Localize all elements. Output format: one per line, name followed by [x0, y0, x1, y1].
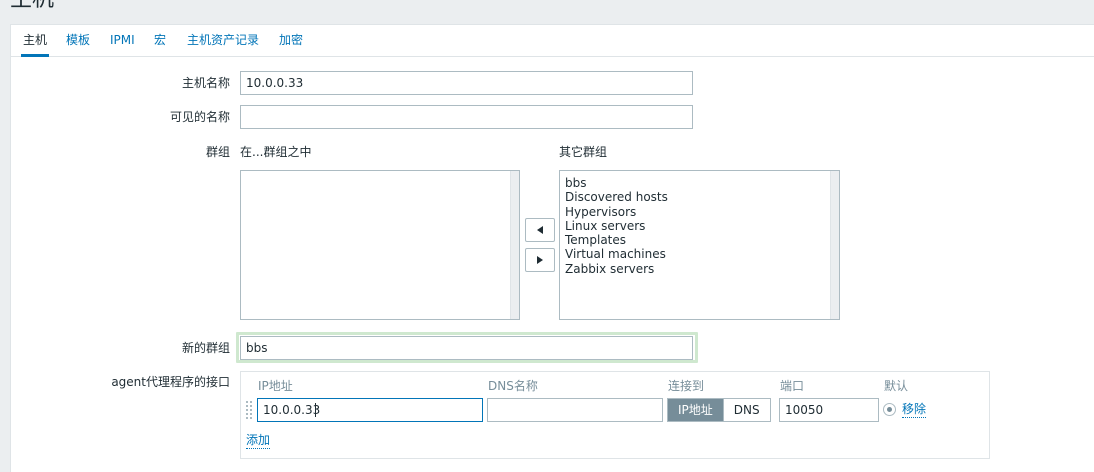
other-groups-list: bbs Discovered hosts Hypervisors Linux s…	[560, 171, 839, 281]
groups-label: 群组	[205, 145, 230, 159]
list-item[interactable]: Hypervisors	[565, 205, 834, 219]
new-group-input[interactable]: bbs	[240, 336, 693, 360]
col-dns-header: DNS名称	[488, 379, 538, 393]
drag-handle-icon[interactable]	[246, 401, 254, 421]
tab-ipmi[interactable]: IPMI	[108, 25, 137, 57]
tab-inventory[interactable]: 主机资产记录	[185, 25, 261, 57]
col-ip-header: IP地址	[258, 379, 293, 393]
list-item[interactable]: Virtual machines	[565, 247, 834, 261]
interface-dns-input[interactable]	[487, 398, 663, 422]
agent-interface-table: IP地址 DNS名称 连接到 端口 默认 10.0.0.33 IP地址 DNS …	[240, 371, 990, 459]
list-item[interactable]: Linux servers	[565, 219, 834, 233]
interface-ip-input[interactable]: 10.0.0.33	[257, 398, 483, 422]
host-form-panel: 主机 模板 IPMI 宏 主机资产记录 加密 主机名称 10.0.0.33 可见…	[10, 24, 1094, 472]
tab-macros[interactable]: 宏	[152, 25, 168, 57]
in-groups-list	[241, 171, 519, 181]
list-item[interactable]: Discovered hosts	[565, 190, 834, 204]
agent-interface-label: agent代理程序的接口	[111, 375, 230, 389]
list-item[interactable]: Templates	[565, 233, 834, 247]
remove-interface-link[interactable]: 移除	[902, 401, 927, 418]
new-group-label-wrap: 新的群组	[11, 340, 230, 356]
tab-bar: 主机 模板 IPMI 宏 主机资产记录 加密	[11, 25, 1094, 57]
other-groups-label: 其它群组	[559, 145, 608, 159]
other-groups-scrollbar[interactable]	[830, 171, 839, 319]
col-connect-header: 连接到	[668, 379, 705, 393]
col-port-header: 端口	[780, 379, 805, 393]
add-to-groups-button[interactable]	[525, 218, 555, 242]
in-groups-label: 在...群组之中	[240, 145, 312, 159]
page-title: 主机	[10, 0, 54, 13]
remove-from-groups-button[interactable]	[525, 248, 555, 272]
in-groups-listbox[interactable]	[240, 170, 520, 320]
agent-interface-label-wrap: agent代理程序的接口	[11, 374, 230, 390]
interface-port-input[interactable]: 10050	[779, 398, 879, 422]
arrow-left-icon	[537, 226, 543, 234]
page-header: 主机	[0, 0, 1094, 14]
visible-name-label-wrap: 可见的名称	[11, 109, 230, 125]
hostname-input[interactable]: 10.0.0.33	[240, 71, 693, 95]
hostname-label: 主机名称	[181, 76, 230, 90]
other-groups-listbox[interactable]: bbs Discovered hosts Hypervisors Linux s…	[559, 170, 840, 320]
in-groups-scrollbar[interactable]	[510, 171, 519, 319]
tab-host[interactable]: 主机	[21, 25, 50, 57]
visible-name-label: 可见的名称	[169, 110, 230, 124]
text-caret	[315, 403, 316, 417]
new-group-label: 新的群组	[181, 341, 230, 355]
groups-label-wrap: 群组	[11, 144, 230, 160]
list-item[interactable]: Zabbix servers	[565, 262, 834, 276]
arrow-right-icon	[537, 256, 543, 264]
radio-dot-icon	[887, 407, 892, 412]
list-item[interactable]: bbs	[565, 176, 834, 190]
hostname-label-wrap: 主机名称	[11, 75, 230, 91]
connect-ip-button[interactable]: IP地址	[668, 399, 723, 421]
tab-templates[interactable]: 模板	[64, 25, 92, 57]
connect-dns-button[interactable]: DNS	[722, 399, 770, 421]
default-interface-radio[interactable]	[883, 403, 896, 416]
col-default-header: 默认	[884, 379, 909, 393]
add-interface-link[interactable]: 添加	[246, 432, 271, 449]
visible-name-input[interactable]	[240, 105, 693, 129]
connect-to-toggle[interactable]: IP地址 DNS	[667, 398, 771, 422]
tab-encryption[interactable]: 加密	[277, 25, 305, 57]
